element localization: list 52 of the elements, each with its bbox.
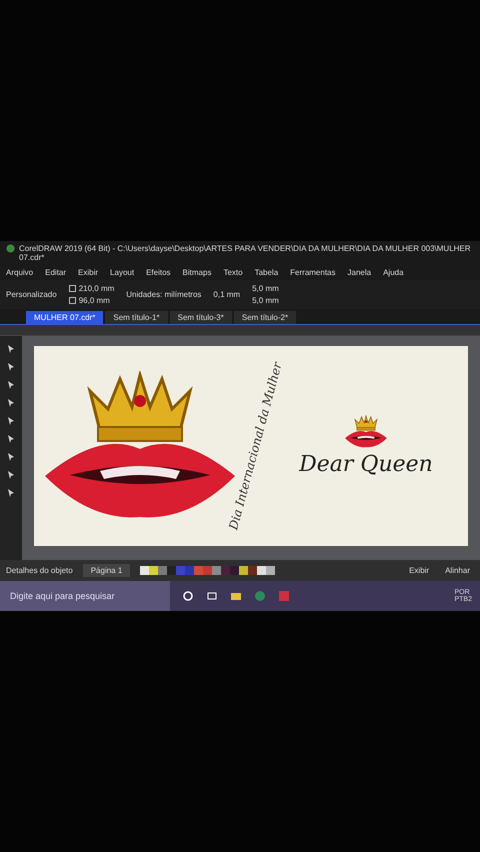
color-swatch[interactable] bbox=[167, 566, 176, 575]
document-tab[interactable]: MULHER 07.cdr* bbox=[26, 311, 104, 324]
nudge-field[interactable]: 0,1 mm bbox=[213, 290, 240, 299]
script-title: Dear Queen bbox=[299, 452, 433, 477]
color-swatch[interactable] bbox=[158, 566, 168, 575]
page-height-icon bbox=[68, 297, 76, 304]
menu-item[interactable]: Ajuda bbox=[383, 268, 404, 277]
search-circle-icon[interactable] bbox=[182, 590, 194, 602]
units-dropdown[interactable]: Unidades: milímetros bbox=[126, 290, 202, 299]
document-tab[interactable]: Sem título-2* bbox=[234, 311, 296, 324]
page-height-field[interactable]: 96,0 mm bbox=[78, 296, 110, 305]
crowned-lips-drawing bbox=[344, 415, 388, 448]
menu-item[interactable]: Ferramentas bbox=[290, 268, 336, 277]
color-swatch[interactable] bbox=[149, 566, 158, 575]
color-swatch[interactable] bbox=[239, 566, 248, 575]
window-title: CorelDRAW 2019 (64 Bit) - C:\Users\dayse\Desktop\ARTES PARA VENDER\DIA DA MULHER\DIA DA MULHER 003\MULHER 07.cdr* bbox=[19, 244, 472, 262]
folder-icon[interactable] bbox=[230, 590, 242, 602]
page-size-dropdown[interactable]: Personalizado bbox=[6, 290, 57, 299]
document-tab[interactable]: Sem título-1* bbox=[105, 311, 168, 324]
app-circle-icon[interactable] bbox=[254, 590, 266, 602]
color-swatch[interactable] bbox=[248, 566, 258, 575]
color-swatch[interactable] bbox=[194, 566, 204, 575]
color-swatch[interactable] bbox=[221, 566, 230, 575]
document-tab[interactable]: Sem título-3* bbox=[170, 311, 232, 324]
color-swatch[interactable] bbox=[257, 566, 266, 575]
menu-item[interactable]: Editar bbox=[45, 268, 66, 277]
panel-label: Detalhes do objeto bbox=[6, 566, 73, 575]
menu-item[interactable]: Layout bbox=[110, 268, 134, 277]
menu-item[interactable]: Bitmaps bbox=[182, 268, 212, 277]
menu-item[interactable]: Tabela bbox=[254, 268, 278, 277]
page-width-field[interactable]: 210,0 mm bbox=[78, 284, 114, 293]
app-logo-icon bbox=[6, 244, 15, 253]
align-dropdown[interactable]: Alinhar bbox=[441, 565, 474, 576]
color-swatch[interactable] bbox=[140, 566, 150, 575]
page-tab[interactable]: Página 1 bbox=[82, 564, 130, 577]
taskbar-search-field[interactable]: Digite aqui para pesquisar bbox=[0, 581, 170, 611]
color-swatch[interactable] bbox=[230, 566, 240, 575]
color-swatch[interactable] bbox=[212, 566, 222, 575]
color-swatch[interactable] bbox=[185, 566, 194, 575]
menu-item[interactable]: Exibir bbox=[78, 268, 98, 277]
menu-item[interactable]: Texto bbox=[223, 268, 243, 277]
view-dropdown[interactable]: Exibir bbox=[405, 565, 434, 576]
task-view-icon[interactable] bbox=[206, 590, 218, 602]
menu-item[interactable]: Janela bbox=[348, 268, 372, 277]
color-swatch[interactable] bbox=[203, 566, 212, 575]
page-width-icon bbox=[68, 285, 76, 292]
duplicate-y-field[interactable]: 5,0 mm bbox=[252, 296, 279, 305]
color-swatch[interactable] bbox=[266, 566, 276, 575]
duplicate-x-field[interactable]: 5,0 mm bbox=[252, 284, 279, 293]
menu-item[interactable]: Efeitos bbox=[146, 268, 171, 277]
menu-item[interactable]: Arquivo bbox=[6, 268, 34, 277]
color-swatch[interactable] bbox=[176, 566, 186, 575]
